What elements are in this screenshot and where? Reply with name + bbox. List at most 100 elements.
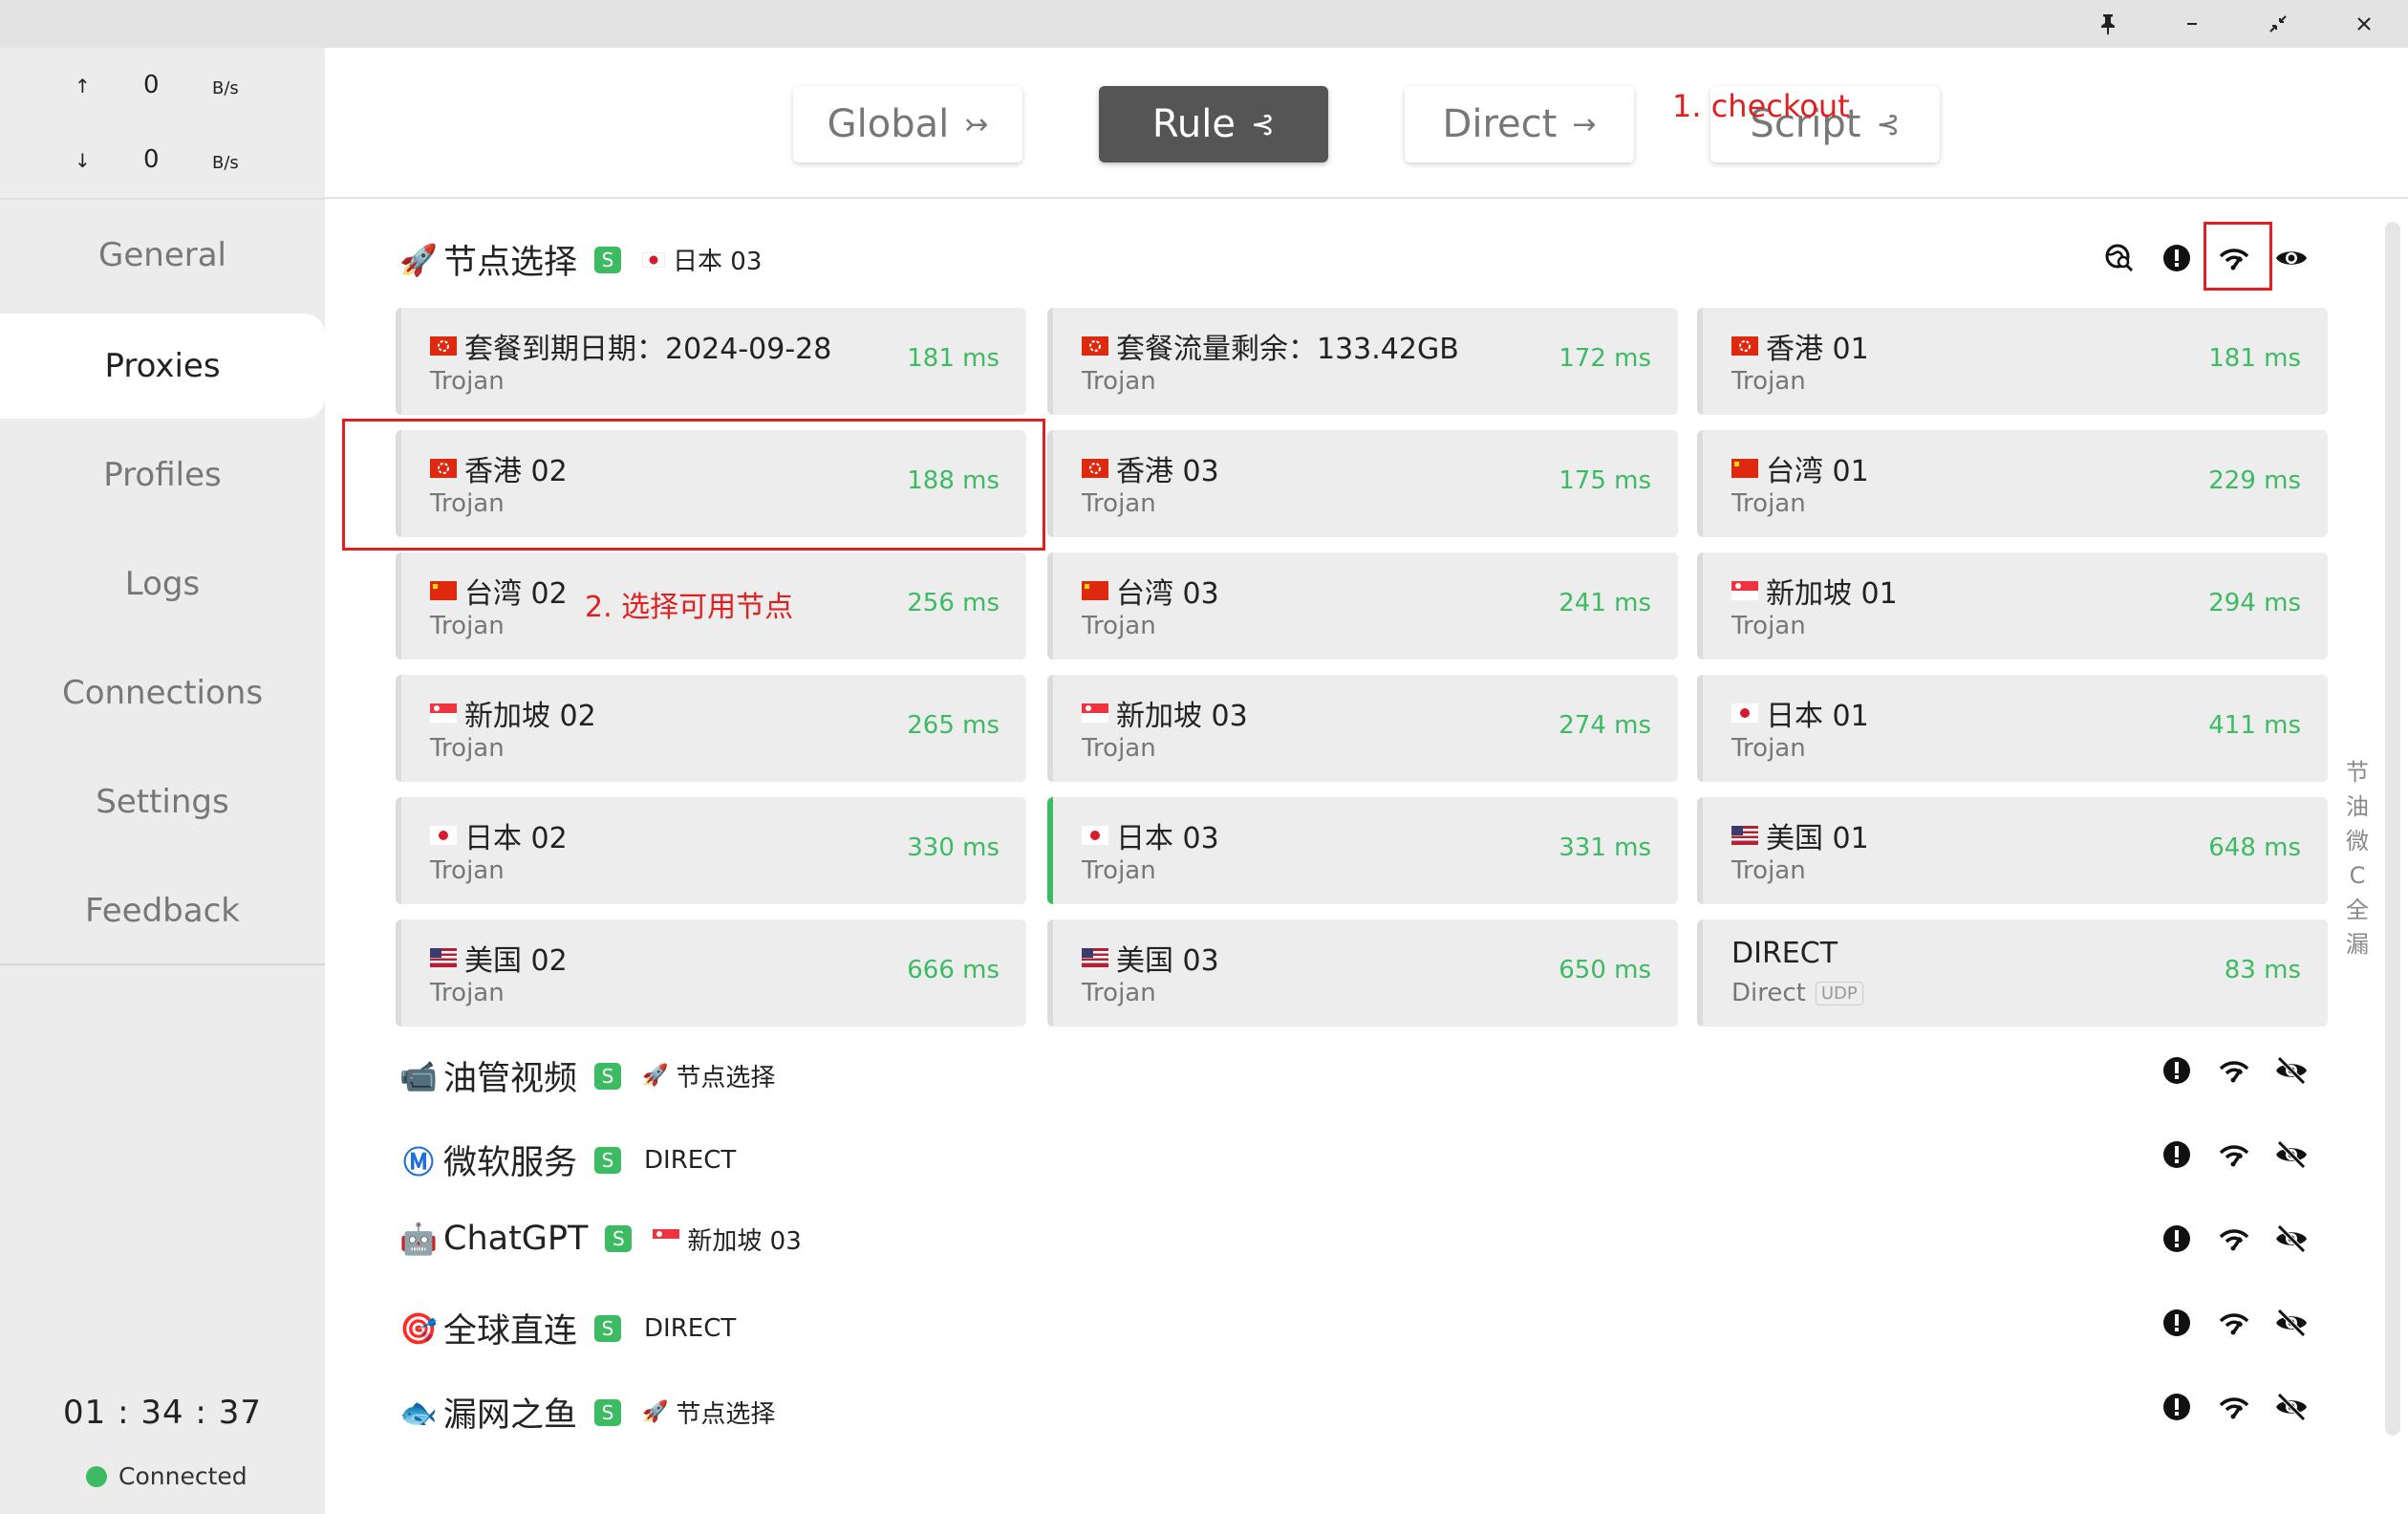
- sidebar-item-connections[interactable]: Connections: [0, 640, 325, 746]
- proxy-delay[interactable]: 331 ms: [1559, 833, 1651, 862]
- latency-test-icon[interactable]: [2213, 1218, 2255, 1260]
- proxy-card[interactable]: DIRECT Direct UDP 83 ms: [1697, 919, 2328, 1027]
- proxy-delay[interactable]: 265 ms: [907, 711, 1000, 740]
- proxy-card[interactable]: 台湾 01 Trojan 229 ms: [1697, 430, 2328, 537]
- alert-circle-icon[interactable]: [2156, 237, 2198, 279]
- latency-test-icon[interactable]: [2213, 1134, 2255, 1176]
- scrollbar[interactable]: [2385, 222, 2400, 1436]
- proxy-delay[interactable]: 181 ms: [907, 344, 1000, 373]
- connection-status-label: Connected: [118, 1462, 247, 1490]
- sidebar-item-general[interactable]: General: [0, 203, 325, 308]
- proxy-type: Trojan: [1731, 489, 1806, 518]
- proxy-delay[interactable]: 666 ms: [907, 956, 1000, 984]
- side-index-letter[interactable]: 微: [2343, 824, 2372, 858]
- proxy-name: 日本 01: [1731, 692, 1869, 734]
- proxy-card[interactable]: 日本 03 Trojan 331 ms: [1047, 797, 1678, 904]
- proxy-delay[interactable]: 241 ms: [1559, 589, 1651, 617]
- proxy-delay[interactable]: 330 ms: [907, 833, 1000, 862]
- proxy-delay[interactable]: 175 ms: [1559, 466, 1651, 495]
- eye-off-icon[interactable]: [2270, 1049, 2312, 1092]
- side-index-letter[interactable]: C: [2343, 858, 2372, 893]
- group-header[interactable]: 📹 油管视频 S 🚀 节点选择: [399, 1051, 775, 1100]
- robot-icon: 🤖: [399, 1221, 438, 1257]
- sidebar-item-label: Feedback: [85, 892, 240, 930]
- proxy-name-text: 台湾 02: [464, 577, 568, 611]
- sidebar-item-proxies[interactable]: Proxies: [0, 314, 325, 419]
- alert-circle-icon[interactable]: [2156, 1049, 2198, 1092]
- eye-off-icon[interactable]: [2270, 1302, 2312, 1344]
- proxy-delay[interactable]: 181 ms: [2208, 344, 2301, 373]
- proxy-card[interactable]: 日本 02 Trojan 330 ms: [396, 797, 1026, 904]
- rule-branch-icon: ⊰: [1250, 107, 1276, 141]
- mode-direct-button[interactable]: Direct →: [1405, 86, 1634, 162]
- proxy-card[interactable]: 香港 01 Trojan 181 ms: [1697, 308, 2328, 415]
- proxy-type-text: Trojan: [1082, 734, 1156, 763]
- proxy-delay[interactable]: 256 ms: [907, 589, 1000, 617]
- proxy-card[interactable]: 日本 01 Trojan 411 ms: [1697, 675, 2328, 782]
- proxy-card[interactable]: 美国 01 Trojan 648 ms: [1697, 797, 2328, 904]
- search-globe-icon[interactable]: [2098, 237, 2140, 279]
- mode-global-button[interactable]: Global ↣: [793, 86, 1022, 162]
- proxy-card[interactable]: 套餐到期日期：2024-09-28 Trojan 181 ms: [396, 308, 1026, 415]
- side-index-letter[interactable]: 全: [2343, 893, 2372, 927]
- restore-icon[interactable]: [2259, 6, 2297, 42]
- proxy-card[interactable]: 新加坡 01 Trojan 294 ms: [1697, 552, 2328, 660]
- proxy-card[interactable]: 套餐流量剩余：133.42GB Trojan 172 ms: [1047, 308, 1678, 415]
- proxy-card[interactable]: 香港 03 Trojan 175 ms: [1047, 430, 1678, 537]
- sidebar-item-logs[interactable]: Logs: [0, 531, 325, 637]
- sidebar-item-settings[interactable]: Settings: [0, 749, 325, 854]
- group-name: ChatGPT: [443, 1220, 589, 1258]
- side-index-letter[interactable]: 油: [2343, 789, 2372, 824]
- sidebar-item-profiles[interactable]: Profiles: [0, 422, 325, 528]
- group-header-node-select[interactable]: 🚀 节点选择 S 日本 03: [399, 235, 762, 284]
- alert-circle-icon[interactable]: [2156, 1302, 2198, 1344]
- side-index[interactable]: 节油微C全漏: [2343, 755, 2372, 962]
- proxy-delay[interactable]: 83 ms: [2225, 956, 2301, 984]
- proxy-card[interactable]: 美国 02 Trojan 666 ms: [396, 919, 1026, 1027]
- group-name: 节点选择: [443, 244, 578, 282]
- group-header[interactable]: 🎯 全球直连 S DIRECT: [399, 1304, 736, 1352]
- latency-test-icon[interactable]: [2213, 1386, 2255, 1428]
- cn-flag-icon: [1731, 452, 1758, 486]
- proxy-name-text: 套餐流量剩余：133.42GB: [1116, 333, 1459, 366]
- proxy-delay[interactable]: 648 ms: [2208, 833, 2301, 862]
- eye-off-icon[interactable]: [2270, 1218, 2312, 1260]
- sidebar-item-feedback[interactable]: Feedback: [0, 858, 325, 963]
- group-header[interactable]: 🐟 漏网之鱼 S 🚀 节点选择: [399, 1388, 775, 1437]
- proxy-type: Trojan: [1731, 856, 1806, 885]
- proxy-type: Trojan: [430, 979, 505, 1007]
- global-arrow-icon: ↣: [964, 107, 989, 141]
- proxy-card[interactable]: 美国 03 Trojan 650 ms: [1047, 919, 1678, 1027]
- latency-test-icon[interactable]: [2213, 1302, 2255, 1344]
- proxy-delay[interactable]: 229 ms: [2208, 466, 2301, 495]
- proxy-delay[interactable]: 411 ms: [2208, 711, 2301, 740]
- proxy-name: 美国 02: [430, 937, 568, 979]
- side-index-letter[interactable]: 漏: [2343, 927, 2372, 962]
- download-speed: ↓ 0 B/s: [0, 141, 325, 180]
- sg-flag-icon: [430, 697, 457, 730]
- side-index-letter[interactable]: 节: [2343, 755, 2372, 789]
- mode-rule-button[interactable]: Rule ⊰: [1099, 86, 1328, 162]
- close-icon[interactable]: [2345, 6, 2383, 42]
- alert-circle-icon[interactable]: [2156, 1218, 2198, 1260]
- proxy-delay[interactable]: 650 ms: [1559, 956, 1651, 984]
- proxy-card[interactable]: 新加坡 03 Trojan 274 ms: [1047, 675, 1678, 782]
- eye-off-icon[interactable]: [2270, 1386, 2312, 1428]
- download-unit: B/s: [212, 153, 239, 173]
- alert-circle-icon[interactable]: [2156, 1386, 2198, 1428]
- mode-label: Rule: [1151, 102, 1236, 146]
- proxy-delay[interactable]: 294 ms: [2208, 589, 2301, 617]
- script-branch-icon: ⊰: [1876, 107, 1901, 141]
- proxy-card[interactable]: 新加坡 02 Trojan 265 ms: [396, 675, 1026, 782]
- group-header[interactable]: 🤖 ChatGPT S 新加坡 03: [399, 1220, 802, 1258]
- latency-test-icon[interactable]: [2213, 1049, 2255, 1092]
- proxy-delay[interactable]: 172 ms: [1559, 344, 1651, 373]
- group-header[interactable]: Ⓜ 微软服务 S DIRECT: [399, 1136, 736, 1184]
- eye-off-icon[interactable]: [2270, 1134, 2312, 1176]
- pin-icon[interactable]: [2089, 6, 2127, 42]
- proxy-delay[interactable]: 274 ms: [1559, 711, 1651, 740]
- alert-circle-icon[interactable]: [2156, 1134, 2198, 1176]
- proxy-card[interactable]: 台湾 03 Trojan 241 ms: [1047, 552, 1678, 660]
- minimize-icon[interactable]: [2173, 6, 2211, 42]
- eye-icon[interactable]: [2270, 237, 2312, 279]
